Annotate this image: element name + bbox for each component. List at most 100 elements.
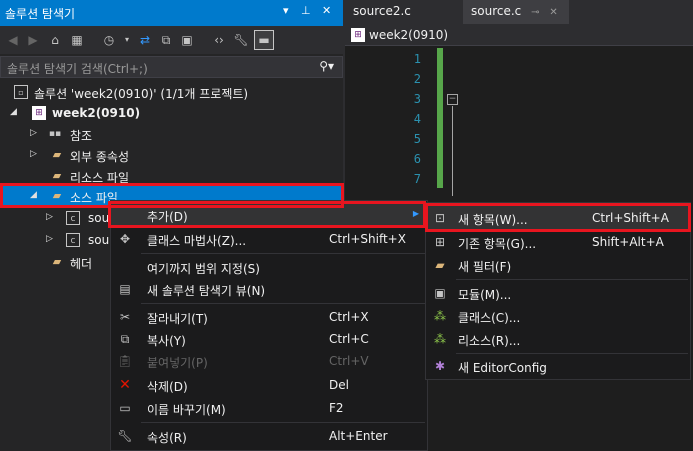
properties-wrench-icon[interactable]: 🔧︎ — [232, 31, 250, 49]
folder-icon: ▰ — [52, 255, 62, 268]
context-menu: 추가(D) ▶ ✥ 클래스 마법사(Z)... Ctrl+Shift+X 여기까… — [110, 200, 428, 451]
pending-changes-icon[interactable]: ◷ — [100, 31, 118, 49]
rename-icon: ▭ — [119, 401, 131, 415]
properties-icon: 🔧︎ — [117, 429, 133, 443]
menu-item-shortcut: F2 — [329, 401, 344, 415]
menu-item-delete[interactable]: ✕ 삭제(D) Del — [111, 373, 427, 397]
line-number: 2 — [413, 72, 421, 86]
menu-item-existing-item[interactable]: ⊞ 기존 항목(G)... Shift+Alt+A — [426, 230, 690, 254]
menu-item-shortcut: Del — [329, 378, 349, 392]
new-view-icon: ▤ — [119, 282, 131, 296]
collapse-region-icon[interactable]: − — [447, 94, 458, 105]
collapse-all-icon[interactable]: ⧉ — [157, 31, 175, 49]
collapsed-arrow-icon[interactable]: ▷ — [46, 212, 53, 222]
panel-title: 솔루션 탐색기 — [5, 7, 76, 21]
menu-item-new-solution-explorer-view[interactable]: ▤ 새 솔루션 탐색기 뷰(N) — [111, 277, 427, 301]
tab-source2-c[interactable]: source2.c — [345, 0, 463, 24]
fold-guide — [452, 106, 453, 196]
menu-item-copy[interactable]: ⧉ 복사(Y) Ctrl+C — [111, 327, 427, 351]
close-icon[interactable]: ✕ — [549, 7, 557, 18]
tab-label: source2.c — [353, 4, 411, 18]
line-number: 6 — [413, 152, 421, 166]
menu-item-label: 클래스(C)... — [458, 311, 521, 325]
home-icon[interactable]: ⌂ — [46, 31, 64, 49]
preview-selected-icon[interactable]: ▬ — [254, 30, 274, 50]
menu-item-resource[interactable]: ⁂ 리소스(R)... — [426, 327, 690, 351]
folder-icon: ▰ — [52, 148, 62, 161]
tree-item-label: 헤더 — [70, 257, 93, 271]
close-icon[interactable]: ✕ — [322, 4, 331, 17]
tree-item-label: 참조 — [70, 129, 93, 143]
menu-item-new-filter[interactable]: ▰ 새 필터(F) — [426, 253, 690, 277]
class-wizard-icon: ✥ — [119, 232, 131, 246]
project-icon: ⊞ — [351, 28, 365, 42]
menu-item-shortcut: Ctrl+C — [329, 332, 369, 346]
tree-item-label: 솔루션 'week2(0910)' (1/1개 프로젝트) — [34, 87, 249, 101]
switch-views-icon[interactable]: ▦ — [68, 31, 86, 49]
tab-label: source.c — [471, 4, 522, 18]
search-icon[interactable]: ⚲▾ — [319, 59, 334, 73]
highlight-box-new-item — [425, 203, 691, 232]
menu-item-label: 이름 바꾸기(M) — [147, 403, 226, 417]
references-icon: ▪▪ — [48, 129, 62, 139]
menu-item-label: 새 솔루션 탐색기 뷰(N) — [147, 284, 266, 298]
menu-item-label: 기존 항목(G)... — [458, 237, 537, 251]
menu-item-label: 새 필터(F) — [458, 260, 512, 274]
menu-item-paste: 📋︎ 붙여넣기(P) Ctrl+V — [111, 349, 427, 373]
menu-item-shortcut: Ctrl+X — [329, 310, 369, 324]
sync-icon[interactable]: ⇄ — [136, 31, 154, 49]
tree-item-references[interactable]: ▷ ▪▪ 참조 — [0, 124, 343, 145]
tree-item-label: week2(0910) — [52, 106, 141, 120]
menu-item-label: 복사(Y) — [147, 334, 186, 348]
editorconfig-icon: ✱ — [434, 359, 446, 373]
module-icon: ▣ — [434, 286, 446, 300]
tree-item-external-dependencies[interactable]: ▷ ▰ 외부 종속성 — [0, 145, 343, 166]
tree-item-solution[interactable]: ▫ 솔루션 'week2(0910)' (1/1개 프로젝트) — [0, 82, 343, 103]
project-icon: ⊞ — [32, 106, 46, 120]
class-icon: ⁂ — [434, 309, 446, 323]
cpp-file-icon: c — [66, 211, 80, 225]
menu-item-rename[interactable]: ▭ 이름 바꾸기(M) F2 — [111, 396, 427, 420]
line-number: 1 — [413, 52, 421, 66]
tree-item-label: sou — [88, 211, 110, 225]
menu-item-module[interactable]: ▣ 모듈(M)... — [426, 281, 690, 305]
menu-item-class[interactable]: ⁂ 클래스(C)... — [426, 304, 690, 328]
new-filter-icon: ▰ — [435, 258, 445, 272]
collapsed-arrow-icon[interactable]: ▷ — [46, 234, 53, 244]
pin-icon[interactable]: ⊸ — [531, 7, 539, 18]
menu-item-class-wizard[interactable]: ✥ 클래스 마법사(Z)... Ctrl+Shift+X — [111, 227, 427, 251]
menu-item-label: 삭제(D) — [147, 380, 188, 394]
menu-item-label: 잘라내기(T) — [147, 312, 208, 326]
cut-icon: ✂ — [119, 310, 131, 324]
menu-item-cut[interactable]: ✂ 잘라내기(T) Ctrl+X — [111, 305, 427, 329]
menu-item-scope-to-this[interactable]: 여기까지 범위 지정(S) — [111, 255, 427, 279]
line-number: 4 — [413, 112, 421, 126]
menu-item-shortcut: Shift+Alt+A — [592, 235, 664, 249]
view-code-icon[interactable]: ‹› — [210, 31, 228, 49]
menu-item-label: 붙여넣기(P) — [147, 356, 208, 370]
menu-item-shortcut: Ctrl+Shift+X — [329, 232, 406, 246]
window-position-dropdown-icon[interactable]: ▾ — [283, 4, 289, 17]
pin-icon[interactable]: ⊥ — [301, 4, 311, 17]
collapsed-arrow-icon[interactable]: ▷ — [30, 149, 37, 159]
search-placeholder: 솔루션 탐색기 검색(Ctrl+;) — [7, 62, 148, 76]
expanded-arrow-icon[interactable]: ◢ — [10, 107, 17, 117]
pending-changes-dropdown-icon[interactable]: ▾ — [118, 31, 136, 49]
tree-item-label: sou — [88, 233, 110, 247]
collapsed-arrow-icon[interactable]: ▷ — [30, 128, 37, 138]
solution-explorer-search[interactable]: 솔루션 탐색기 검색(Ctrl+;) ⚲▾ — [0, 56, 343, 78]
cpp-file-icon: c — [66, 233, 80, 247]
menu-item-new-editorconfig[interactable]: ✱ 새 EditorConfig — [426, 354, 690, 378]
solution-explorer-toolbar: ◀ ▶ ⌂ ▦ ◷ ▾ ⇄ ⧉ ▣ ‹› 🔧︎ ▬ — [0, 26, 343, 54]
solution-icon: ▫ — [14, 85, 28, 99]
menu-separator — [141, 253, 425, 254]
navigation-bar[interactable]: ⊞ week2(0910) — [345, 24, 693, 46]
menu-item-properties[interactable]: 🔧︎ 속성(R) Alt+Enter — [111, 424, 427, 448]
forward-icon[interactable]: ▶ — [24, 31, 42, 49]
tree-item-project[interactable]: ◢ ⊞ week2(0910) — [0, 103, 343, 124]
tab-source-c[interactable]: source.c ⊸ ✕ — [463, 0, 569, 24]
back-icon[interactable]: ◀ — [4, 31, 22, 49]
show-all-files-icon[interactable]: ▣ — [178, 31, 196, 49]
menu-item-label: 여기까지 범위 지정(S) — [147, 262, 260, 276]
folder-icon: ▰ — [52, 169, 62, 182]
